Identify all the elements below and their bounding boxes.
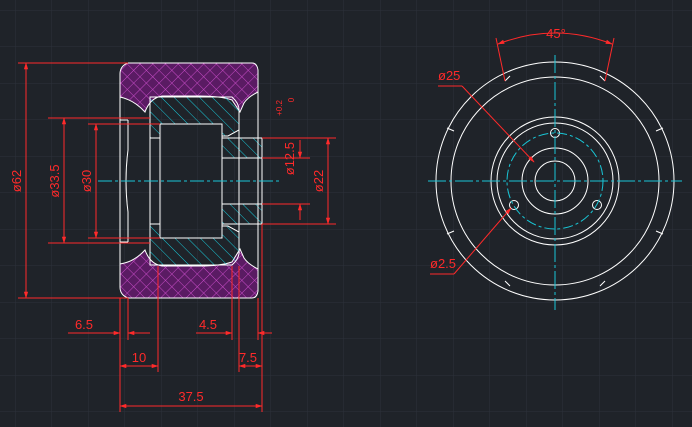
dim-d25-label: ø25 [438, 68, 460, 83]
dim-w10-label: 10 [132, 350, 146, 365]
dim-w4-5-label: 4.5 [199, 317, 217, 332]
dim-d62-label: ø62 [9, 170, 24, 192]
dim-d30-label: ø30 [79, 170, 94, 192]
dim-d2-5-label: ø2.5 [430, 256, 456, 271]
bore-sleeve-bottom [221, 203, 263, 225]
grid [0, 0, 692, 427]
dim-d12-5-tol-upper: +0.2 [275, 100, 284, 116]
dim-angle-label: 45° [546, 26, 566, 41]
drawing-svg: ø62 ø33.5 ø30 ø12.5 +0.2 0 ø22 6.5 10 4.… [0, 0, 692, 427]
dim-w37-5-label: 37.5 [178, 389, 203, 404]
bore-sleeve-top [221, 137, 263, 159]
dim-d12-5-label: ø12.5 [282, 142, 297, 175]
dim-d22-label: ø22 [311, 170, 326, 192]
dim-d33-5-label: ø33.5 [47, 164, 62, 197]
dim-w7-5-label: 7.5 [239, 350, 257, 365]
cad-drawing-canvas: ø62 ø33.5 ø30 ø12.5 +0.2 0 ø22 6.5 10 4.… [0, 0, 692, 427]
dim-d12-5-tol-lower: 0 [287, 97, 296, 102]
dim-w6-5-label: 6.5 [75, 317, 93, 332]
